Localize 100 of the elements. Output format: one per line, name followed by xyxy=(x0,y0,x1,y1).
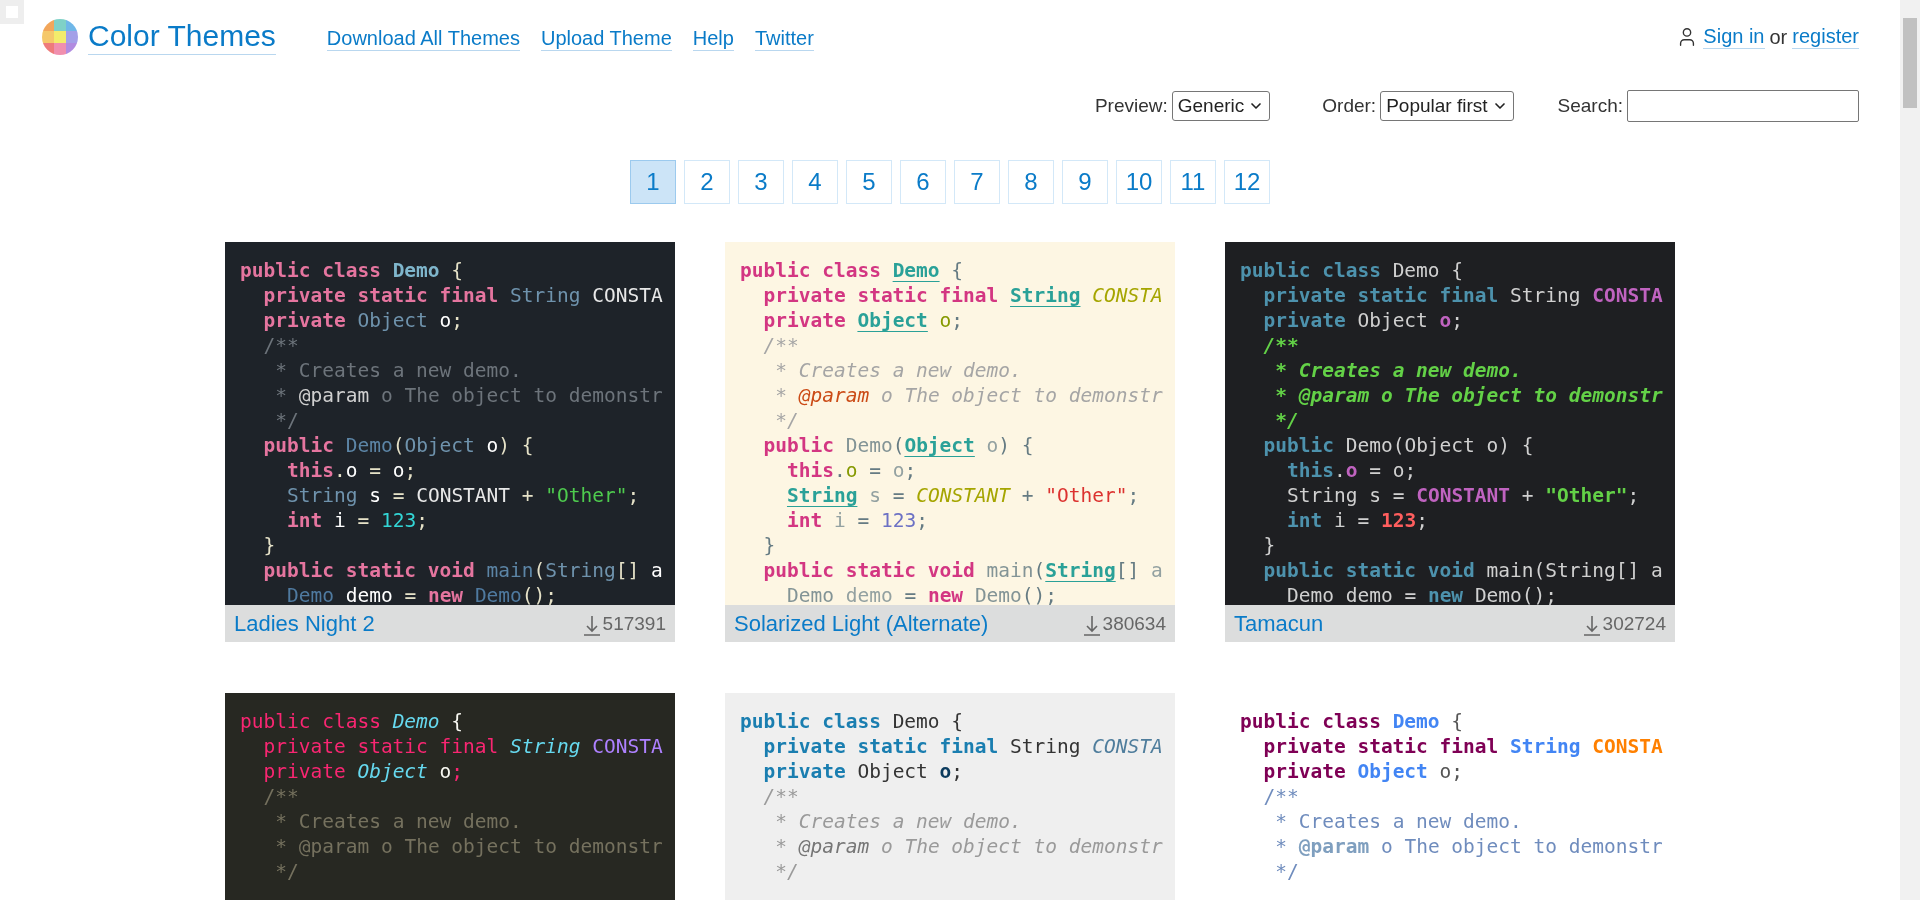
code-preview[interactable] xyxy=(725,242,1175,605)
code-line: private static final String CONSTA xyxy=(262,283,663,308)
page-button[interactable]: 7 xyxy=(954,160,1000,204)
code-line: public static void main(String[] a xyxy=(1262,558,1663,583)
site-title-link[interactable]: Color Themes xyxy=(88,18,276,55)
code-line: */ xyxy=(774,859,799,884)
code-line: private Object o; xyxy=(762,308,964,333)
page-button[interactable]: 4 xyxy=(792,160,838,204)
code-line: /** xyxy=(762,784,799,809)
download-count: 302724 xyxy=(1602,611,1666,636)
code-preview[interactable] xyxy=(225,242,675,605)
code-line: private static final String CONSTA xyxy=(262,734,663,759)
code-line: Demo demo = new Demo(); xyxy=(1285,583,1558,605)
code-line: } xyxy=(262,533,276,558)
code-line: int i = 123; xyxy=(285,508,428,533)
code-preview[interactable] xyxy=(1225,242,1675,605)
or-text: or xyxy=(1769,24,1788,49)
code-line: * Creates a new demo. xyxy=(774,358,1022,383)
order-label: Order: xyxy=(1322,93,1377,118)
code-line: private static final String CONSTA xyxy=(762,734,1163,759)
page-button[interactable]: 6 xyxy=(900,160,946,204)
page-button[interactable]: 5 xyxy=(846,160,892,204)
code-line: public class Demo { xyxy=(1240,709,1464,734)
code-line: /** xyxy=(262,784,299,809)
code-line: public class Demo { xyxy=(740,709,964,734)
code-line: */ xyxy=(774,408,799,433)
theme-name-link[interactable]: Solarized Light (Alternate) xyxy=(734,607,989,640)
palette-logo-icon xyxy=(42,18,78,55)
code-line: * @param o The object to demonstr xyxy=(274,834,663,859)
download-count: 517391 xyxy=(602,611,666,636)
code-preview[interactable]: public class Demo { private static final String CONSTA private Object o; /** * Creates a new demo. * @param o The object to demonstr */ xyxy=(725,693,1175,900)
code-line: * Creates a new demo. xyxy=(274,809,522,834)
page-button[interactable]: 11 xyxy=(1170,160,1216,204)
nav-link[interactable]: Upload Theme xyxy=(540,26,672,51)
code-line: private static final String CONSTA xyxy=(1262,734,1663,759)
page-button[interactable]: 3 xyxy=(738,160,784,204)
code-line: * Creates a new demo. xyxy=(274,358,522,383)
order-select[interactable]: Popular first xyxy=(1380,91,1514,121)
code-line: } xyxy=(1262,533,1276,558)
code-line: * Creates a new demo. xyxy=(1274,809,1522,834)
code-line: private Object o; xyxy=(1262,308,1464,333)
code-line: public class Demo { xyxy=(240,258,464,283)
download-count: 380634 xyxy=(1102,611,1166,636)
code-line: public Demo(Object o) { xyxy=(262,433,534,458)
code-line: /** xyxy=(262,333,299,358)
code-line: int i = 123; xyxy=(1285,508,1428,533)
code-line: this.o = o; xyxy=(1285,458,1417,483)
nav-link[interactable]: Help xyxy=(692,26,734,51)
page-button[interactable]: 10 xyxy=(1116,160,1162,204)
nav-link[interactable]: Download All Themes xyxy=(326,26,520,51)
code-line: * Creates a new demo. xyxy=(774,809,1022,834)
sign-in-link[interactable]: Sign in xyxy=(1703,24,1765,49)
code-line: private Object o; xyxy=(762,759,964,784)
code-line: public class Demo { xyxy=(240,709,464,734)
code-line: Demo demo = new Demo(); xyxy=(285,583,558,605)
code-line: private Object o; xyxy=(1262,759,1464,784)
nav-link[interactable]: Twitter xyxy=(754,26,814,51)
code-line: private Object o; xyxy=(262,308,464,333)
register-link[interactable]: register xyxy=(1792,24,1859,49)
page-button[interactable]: 12 xyxy=(1224,160,1270,204)
search-field[interactable] xyxy=(1627,90,1859,122)
code-line: private static final String CONSTA xyxy=(1262,283,1663,308)
code-line: /** xyxy=(1262,784,1299,809)
download-icon xyxy=(1082,613,1101,636)
code-line: this.o = o; xyxy=(785,458,917,483)
theme-name-link[interactable]: Ladies Night 2 xyxy=(234,607,375,640)
code-line: int i = 123; xyxy=(785,508,928,533)
code-line: this.o = o; xyxy=(285,458,417,483)
code-line: */ xyxy=(274,408,299,433)
code-line: * @param o The object to demonstr xyxy=(1274,383,1663,408)
code-line: * @param o The object to demonstr xyxy=(274,383,663,408)
code-line: String s = CONSTANT + "Other"; xyxy=(1285,483,1640,508)
code-line: */ xyxy=(1274,859,1299,884)
code-line: public Demo(Object o) { xyxy=(1262,433,1534,458)
code-line: private static final String CONSTA xyxy=(762,283,1163,308)
page-button[interactable]: 9 xyxy=(1062,160,1108,204)
scrollbar-thumb[interactable] xyxy=(1903,18,1917,108)
page-button[interactable]: 2 xyxy=(684,160,730,204)
code-line: public class Demo { xyxy=(1240,258,1464,283)
code-preview[interactable]: public class Demo { private static final String CONSTA private Object o; /** * Creates a new demo. * @param o The object to demonstr */ xyxy=(225,693,675,900)
theme-name-link[interactable]: Tamacun xyxy=(1234,607,1324,640)
code-line: String s = CONSTANT + "Other"; xyxy=(785,483,1140,508)
code-line: * Creates a new demo. xyxy=(1274,358,1522,383)
code-line: public static void main(String[] a xyxy=(262,558,663,583)
code-line: /** xyxy=(762,333,799,358)
download-icon xyxy=(1582,613,1601,636)
code-line: */ xyxy=(1274,408,1299,433)
page-button[interactable]: 1 xyxy=(630,160,676,204)
code-line: public Demo(Object o) { xyxy=(762,433,1034,458)
preview-label: Preview: xyxy=(1094,93,1168,118)
code-line: private Object o; xyxy=(262,759,464,784)
code-line: * @param o The object to demonstr xyxy=(774,383,1163,408)
page-button[interactable]: 8 xyxy=(1008,160,1054,204)
code-line: String s = CONSTANT + "Other"; xyxy=(285,483,640,508)
code-line: */ xyxy=(274,859,299,884)
code-line: /** xyxy=(1262,333,1299,358)
code-line: } xyxy=(762,533,776,558)
code-line: * @param o The object to demonstr xyxy=(1274,834,1663,859)
preview-select[interactable]: Generic xyxy=(1171,91,1271,121)
search-label: Search: xyxy=(1557,93,1623,118)
